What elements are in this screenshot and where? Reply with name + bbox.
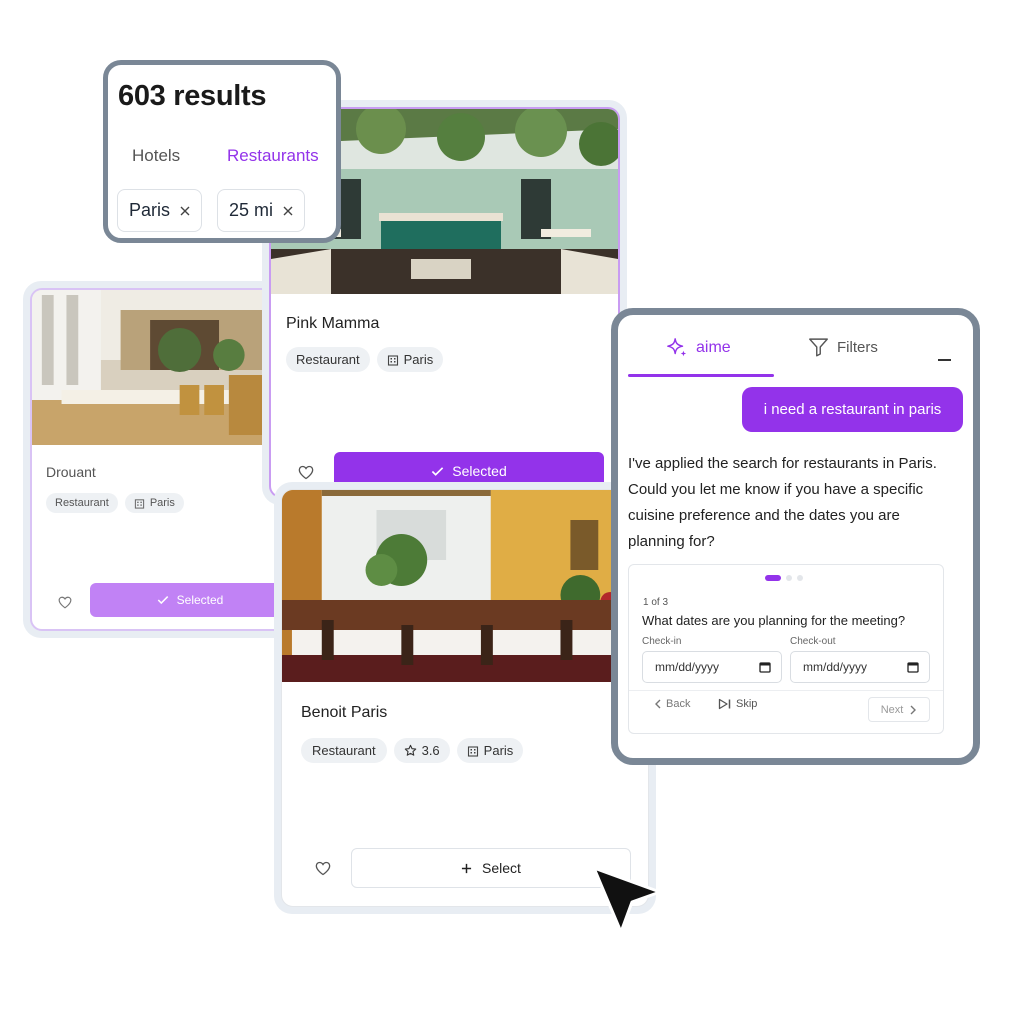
next-button[interactable]: Next — [868, 697, 930, 722]
building-icon — [467, 745, 478, 757]
checkin-date-input[interactable]: mm/dd/yyyy — [642, 651, 782, 683]
type-badge-label: Restaurant — [55, 497, 109, 509]
active-tab-indicator — [628, 374, 774, 377]
calendar-icon[interactable] — [907, 661, 919, 673]
skip-label: Skip — [736, 698, 758, 710]
select-button-label: Select — [482, 860, 521, 876]
type-badge: Restaurant — [301, 738, 387, 763]
city-badge-label: Paris — [149, 497, 175, 509]
step-dot — [786, 575, 792, 581]
next-label: Next — [880, 703, 904, 716]
step-dot — [797, 575, 803, 581]
step-indicator — [765, 575, 803, 581]
skip-icon — [718, 698, 731, 710]
filter-chip-radius[interactable]: 25 mi — [217, 189, 306, 232]
chevron-right-icon — [910, 705, 917, 714]
question-text: What dates are you planning for the meet… — [642, 613, 906, 628]
close-icon[interactable] — [180, 206, 190, 216]
restaurant-card-drouant[interactable]: Drouant Restaurant Paris Selected — [30, 288, 286, 631]
filter-chip-location[interactable]: Paris — [117, 189, 203, 232]
question-step: 1 of 3 — [643, 597, 669, 608]
restaurant-photo-benoit — [282, 490, 648, 682]
back-button[interactable]: Back — [654, 698, 690, 710]
restaurant-name: Benoit Paris — [301, 704, 388, 721]
city-badge: Paris — [124, 493, 184, 513]
tab-filters-label: Filters — [837, 338, 878, 356]
filter-chip-label: Paris — [129, 200, 171, 220]
skip-button[interactable]: Skip — [718, 698, 757, 710]
rating-badge-label: 3.6 — [421, 743, 440, 758]
chevron-left-icon — [655, 699, 661, 709]
type-badge-label: Restaurant — [296, 352, 360, 367]
selected-button-label: Selected — [452, 463, 507, 479]
checkout-label: Check-out — [790, 636, 836, 647]
star-icon — [404, 744, 416, 756]
aime-assistant-panel: aime Filters i need a restaurant in pari… — [611, 308, 980, 765]
restaurant-name: Pink Mamma — [286, 315, 380, 332]
city-badge-label: Paris — [483, 743, 514, 758]
sparkle-icon — [667, 338, 687, 357]
divider — [629, 690, 943, 691]
type-badge-label: Restaurant — [312, 743, 376, 758]
tab-aime-label: aime — [696, 339, 731, 356]
results-count: 603 results — [118, 80, 267, 112]
type-badge: Restaurant — [46, 493, 118, 513]
tab-filters[interactable]: Filters — [808, 337, 878, 357]
tab-hotels[interactable]: Hotels — [132, 146, 180, 166]
building-icon — [387, 354, 398, 366]
selected-button-label: Selected — [176, 593, 224, 607]
calendar-icon[interactable] — [759, 661, 771, 673]
heart-icon[interactable] — [315, 861, 331, 876]
restaurant-photo-drouant — [32, 290, 284, 445]
tab-restaurants[interactable]: Restaurants — [227, 146, 319, 166]
restaurant-name: Drouant — [46, 464, 96, 480]
plus-icon — [461, 863, 472, 873]
check-icon — [432, 466, 444, 476]
results-panel: 603 results Hotels Restaurants Paris 25 … — [103, 60, 341, 243]
filter-icon — [809, 338, 828, 357]
checkout-date-placeholder: mm/dd/yyyy — [803, 660, 868, 674]
checkin-label: Check-in — [642, 636, 682, 647]
checkout-date-input[interactable]: mm/dd/yyyy — [790, 651, 930, 683]
type-badge: Restaurant — [286, 347, 370, 372]
checkin-date-placeholder: mm/dd/yyyy — [655, 660, 720, 674]
city-badge-label: Paris — [403, 352, 434, 367]
building-icon — [134, 498, 144, 509]
city-badge: Paris — [376, 347, 444, 372]
heart-icon[interactable] — [298, 465, 314, 480]
city-badge: Paris — [456, 738, 524, 763]
restaurant-card-benoit-frame: Benoit Paris Restaurant 3.6 Paris Select — [274, 482, 656, 914]
heart-icon[interactable] — [58, 596, 72, 609]
assistant-message: I've applied the search for restaurants … — [628, 455, 937, 550]
close-icon[interactable] — [283, 206, 293, 216]
filter-chip-label: 25 mi — [229, 200, 274, 220]
selected-button[interactable]: Selected — [90, 583, 284, 617]
back-label: Back — [666, 698, 691, 710]
restaurant-card-drouant-frame: Drouant Restaurant Paris Selected — [23, 281, 293, 638]
check-icon — [157, 596, 168, 605]
cursor-arrow-icon — [592, 866, 662, 934]
rating-badge: 3.6 — [393, 738, 450, 763]
minimize-button[interactable] — [938, 359, 951, 361]
question-card: 1 of 3 What dates are you planning for t… — [628, 564, 944, 734]
user-message: i need a restaurant in paris — [742, 387, 963, 432]
step-dot-active — [765, 575, 781, 581]
tab-aime[interactable]: aime — [666, 337, 731, 359]
restaurant-card-benoit[interactable]: Benoit Paris Restaurant 3.6 Paris Select — [281, 489, 649, 907]
